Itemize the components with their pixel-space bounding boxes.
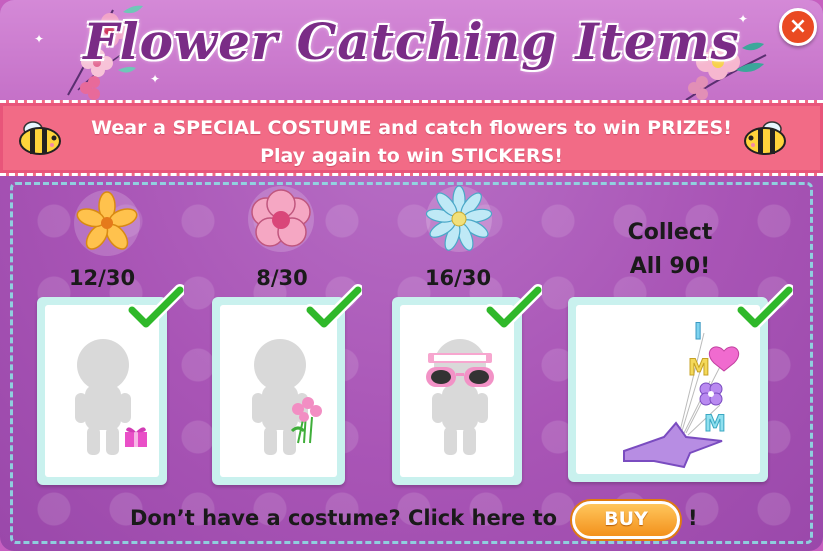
checkmark-icon [737, 284, 793, 330]
bee-icon [744, 121, 786, 155]
banner-line-2: Play again to win STICKERS! [260, 145, 563, 167]
collect-all-label: Collect All 90! [600, 216, 740, 284]
bee-icon [19, 121, 61, 155]
flower-catching-items-window: ✦ ✦ ✦ Flower Catching Items × Wear a SPE… [0, 0, 823, 551]
gift-box-icon [125, 427, 147, 447]
prize-card-inner: I M M [576, 305, 760, 474]
svg-text:M: M [688, 356, 710, 381]
close-button[interactable]: × [779, 8, 817, 46]
checkmark-icon [128, 284, 184, 330]
orange-flower-icon [74, 190, 140, 256]
sparkle-icon: ✦ [150, 72, 161, 86]
title-bar: ✦ ✦ ✦ Flower Catching Items × [0, 0, 823, 101]
footer-exclamation: ! [688, 506, 698, 530]
costume-prompt-text: Don’t have a costume? Click here to [130, 506, 558, 530]
checkmark-icon [306, 284, 362, 330]
i-love-mom-balloons-icon: I M M [623, 320, 740, 469]
buy-button[interactable]: BUY [572, 501, 680, 539]
checkmark-icon [486, 284, 542, 330]
svg-text:I: I [694, 320, 702, 345]
banner-line-1: Wear a SPECIAL COSTUME and catch flowers… [91, 117, 732, 139]
pink-flower-icon [248, 186, 314, 252]
collect-line-1: Collect [627, 220, 713, 245]
flower-bouquet-icon [290, 397, 322, 444]
window-title: Flower Catching Items [83, 12, 740, 71]
instructions-banner: Wear a SPECIAL COSTUME and catch flowers… [0, 100, 823, 176]
i-love-mom-sunglasses-icon [426, 353, 494, 387]
svg-text:M: M [704, 412, 726, 437]
blue-flower-icon [425, 185, 493, 252]
collect-line-2: All 90! [629, 254, 711, 279]
